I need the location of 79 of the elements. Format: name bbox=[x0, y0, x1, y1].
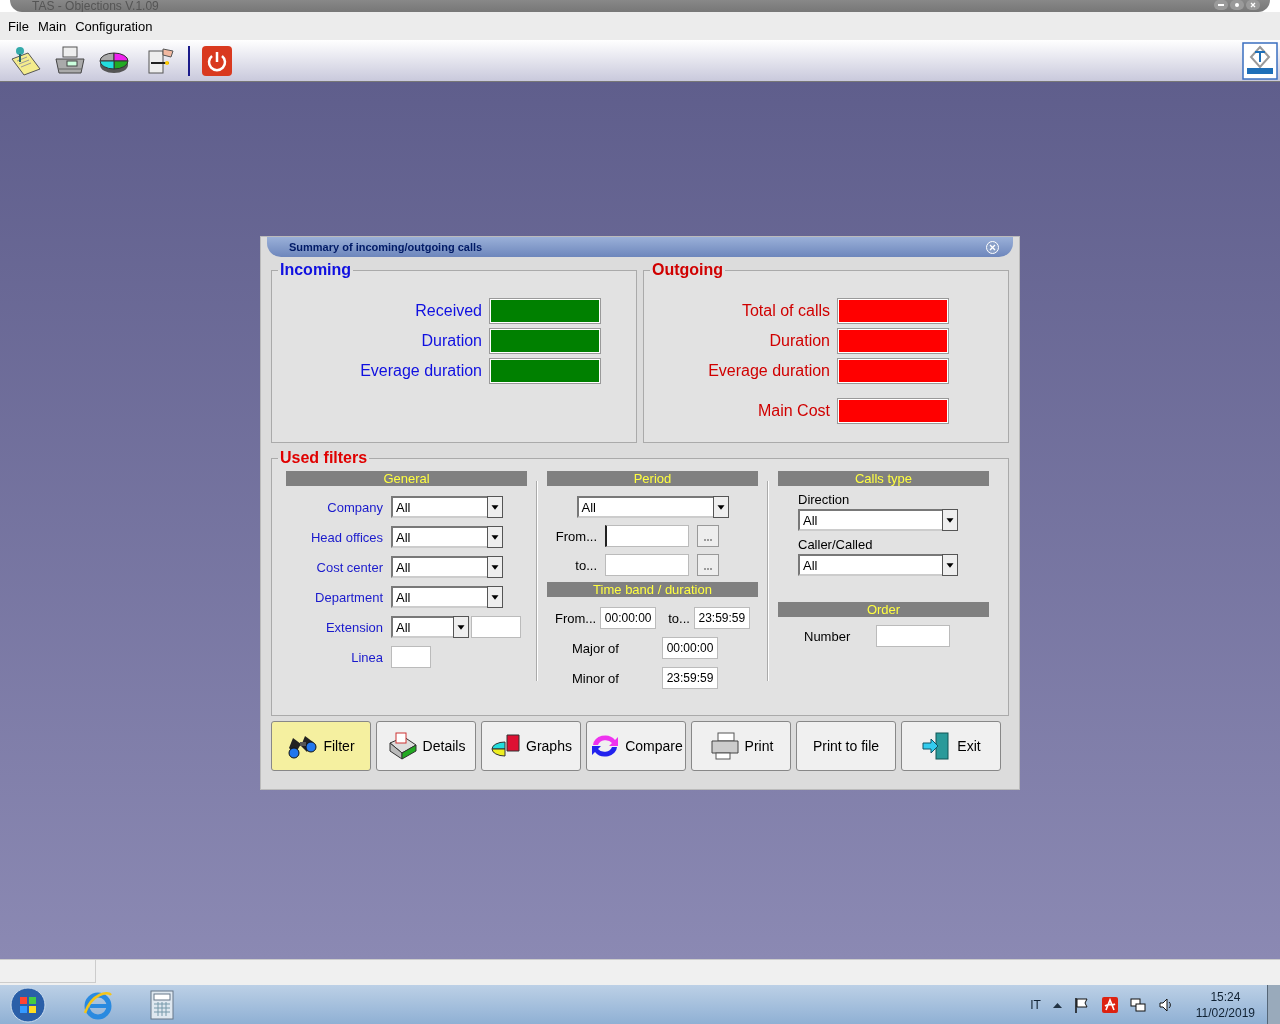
dropdown-field[interactable]: All bbox=[798, 509, 958, 531]
file-box-icon bbox=[386, 731, 419, 761]
field-label: From... bbox=[554, 528, 597, 544]
minimize-icon[interactable] bbox=[1214, 0, 1228, 10]
menu-item[interactable]: Main bbox=[37, 18, 67, 34]
input-field[interactable] bbox=[876, 625, 951, 647]
field-label: Caller/Called bbox=[798, 537, 874, 552]
input-field[interactable]: 00:00:00 bbox=[662, 637, 718, 659]
start-button-icon[interactable] bbox=[10, 986, 46, 1023]
field-label: Direction bbox=[798, 492, 851, 507]
power-icon[interactable] bbox=[201, 44, 233, 77]
dialog-title: Summary of incoming/outgoing calls bbox=[289, 241, 483, 253]
field-label: Linea bbox=[350, 649, 383, 665]
field-label: Company bbox=[326, 499, 383, 515]
network-icon[interactable] bbox=[1129, 996, 1146, 1013]
antivirus-icon[interactable] bbox=[1101, 996, 1118, 1013]
close-icon[interactable] bbox=[1246, 0, 1260, 10]
group-title: Incoming bbox=[279, 261, 353, 279]
action-button[interactable]: Exit bbox=[901, 721, 1001, 771]
metric-label: Duration bbox=[420, 332, 482, 350]
section-header: Time band / duration bbox=[547, 582, 758, 597]
input-field[interactable] bbox=[605, 554, 689, 576]
close-icon[interactable] bbox=[986, 240, 999, 254]
field-label: Major of bbox=[572, 640, 620, 656]
field-label: to... bbox=[574, 557, 597, 573]
menu-item[interactable]: Configuration bbox=[75, 18, 153, 34]
group-title: Used filters bbox=[279, 449, 369, 467]
menu-item[interactable]: File bbox=[8, 18, 29, 34]
maximize-icon[interactable] bbox=[1230, 0, 1244, 10]
section-header: General bbox=[286, 471, 527, 486]
input-field[interactable] bbox=[391, 646, 431, 668]
field-label: Number bbox=[804, 628, 851, 644]
action-button[interactable]: Print bbox=[691, 721, 791, 771]
notepad-icon[interactable] bbox=[8, 44, 42, 77]
flag-icon[interactable] bbox=[1073, 996, 1090, 1013]
input-field[interactable] bbox=[471, 616, 521, 638]
input-field[interactable]: 23:59:59 bbox=[693, 607, 750, 629]
field-label: Minor of bbox=[572, 670, 620, 686]
dropdown-field[interactable]: All bbox=[391, 526, 503, 548]
dropdown-field[interactable]: All bbox=[576, 496, 729, 518]
action-button[interactable]: Print to file bbox=[796, 721, 896, 771]
metric-label: Duration bbox=[768, 332, 830, 350]
metric-label: Received bbox=[414, 302, 482, 320]
input-field[interactable]: 00:00:00 bbox=[600, 607, 657, 629]
metric-label: Everage duration bbox=[707, 362, 830, 380]
dropdown-field[interactable]: All bbox=[798, 554, 958, 576]
field-label: Head offices bbox=[309, 529, 383, 545]
show-desktop-button[interactable] bbox=[1267, 985, 1280, 1024]
metric-label: Everage duration bbox=[359, 362, 482, 380]
action-button[interactable]: Filter bbox=[271, 721, 371, 771]
fax-machine-icon[interactable] bbox=[53, 44, 87, 77]
field-label: Cost center bbox=[315, 559, 383, 575]
section-header: Period bbox=[547, 471, 758, 486]
clock-time: 15:24 bbox=[1210, 988, 1241, 1005]
field-label: Department bbox=[314, 589, 383, 605]
calculator-icon[interactable] bbox=[150, 989, 174, 1020]
action-button[interactable]: Details bbox=[376, 721, 476, 771]
field-label: From... bbox=[555, 610, 597, 626]
field-label: Extension bbox=[324, 619, 383, 635]
speaker-icon[interactable] bbox=[1157, 996, 1174, 1013]
dropdown-field[interactable]: All bbox=[391, 616, 469, 638]
metric-label: Main Cost bbox=[756, 402, 830, 420]
language-indicator[interactable]: IT bbox=[1030, 997, 1041, 1012]
action-button[interactable]: Graphs bbox=[481, 721, 581, 771]
dropdown-field[interactable]: All bbox=[391, 496, 503, 518]
input-field[interactable]: 23:59:59 bbox=[662, 667, 718, 689]
section-header: Calls type bbox=[778, 471, 989, 486]
section-header: Order bbox=[778, 602, 989, 617]
input-field[interactable] bbox=[605, 525, 689, 547]
metric-label: Total of calls bbox=[740, 302, 830, 320]
caret-icon[interactable] bbox=[1052, 1001, 1062, 1008]
group-title: Outgoing bbox=[651, 261, 725, 279]
action-button[interactable]: Compare bbox=[586, 721, 686, 771]
printer-icon bbox=[708, 731, 741, 761]
dropdown-field[interactable]: All bbox=[391, 586, 503, 608]
dropdown-field[interactable]: All bbox=[391, 556, 503, 578]
field-label: to... bbox=[668, 610, 690, 626]
clock-date: 11/02/2019 bbox=[1195, 1004, 1255, 1021]
logo-icon bbox=[1242, 41, 1278, 80]
